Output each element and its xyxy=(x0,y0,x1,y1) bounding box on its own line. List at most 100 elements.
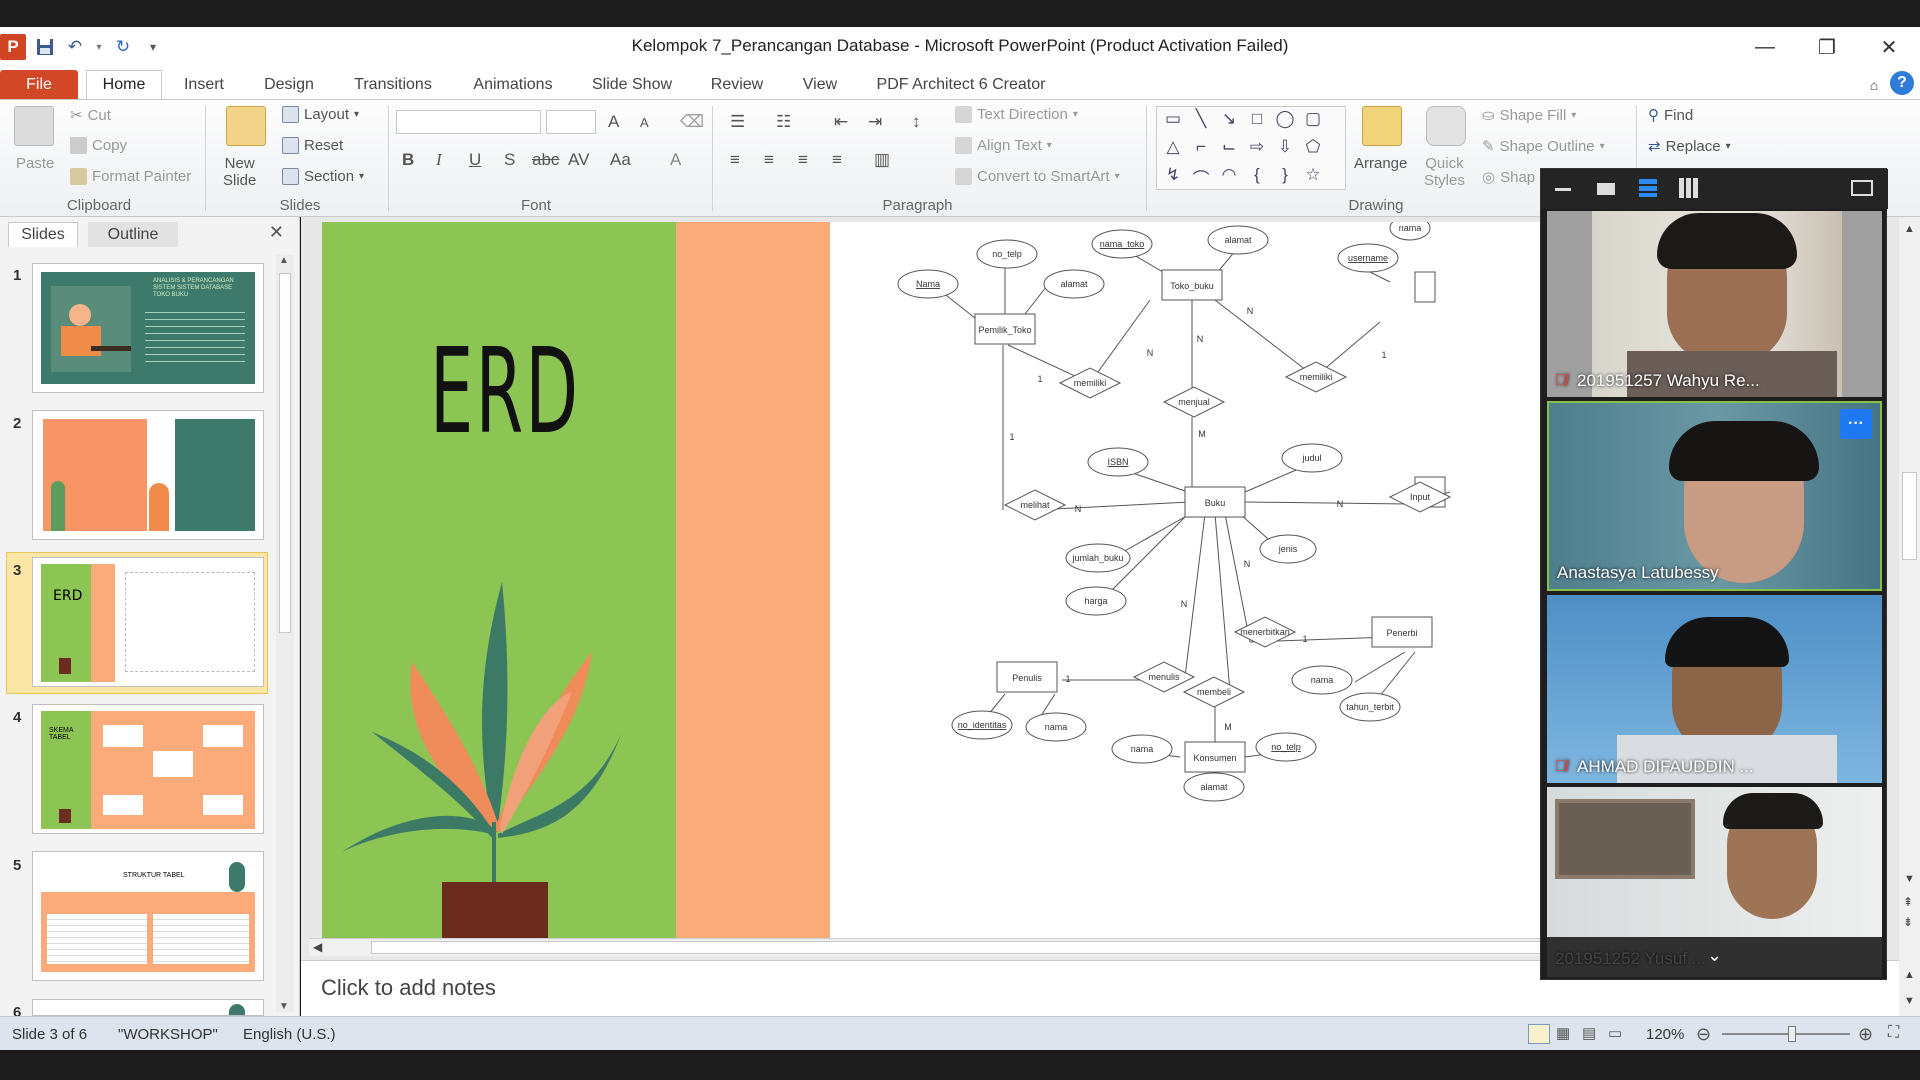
scroll-down-icon[interactable]: ▼ xyxy=(279,1001,289,1012)
slide-sorter-icon[interactable]: ▦ xyxy=(1556,1024,1576,1044)
help-icon[interactable]: ? xyxy=(1890,71,1914,95)
scrollbar-thumb[interactable] xyxy=(279,273,291,633)
more-options-button[interactable]: ··· xyxy=(1840,409,1872,439)
slides-pane-scrollbar[interactable]: ▲ ▼ xyxy=(276,255,294,1012)
left-brace-shape-icon[interactable]: { xyxy=(1243,165,1271,193)
language-indicator[interactable]: English (U.S.) xyxy=(243,1026,336,1043)
single-view-icon[interactable] xyxy=(1597,183,1615,195)
participant-tile[interactable]: 🎙̸ AHMAD DIFAUDDIN ... xyxy=(1547,595,1882,783)
zoom-slider-thumb[interactable] xyxy=(1788,1026,1797,1042)
text-direction-button[interactable]: Text Direction ▾ xyxy=(955,106,1078,123)
close-button[interactable]: ✕ xyxy=(1858,27,1920,67)
align-text-button[interactable]: Align Text ▾ xyxy=(955,137,1052,154)
font-size-select[interactable] xyxy=(546,110,596,134)
reset-button[interactable]: Reset xyxy=(282,137,343,154)
slide-thumbnail-5[interactable]: STRUKTUR TABEL xyxy=(32,851,264,981)
chevron-down-icon[interactable]: ⌄ xyxy=(1707,945,1722,966)
zoom-in-icon[interactable]: ⊕ xyxy=(1858,1024,1873,1045)
clear-format-icon[interactable]: ⌫ xyxy=(680,112,704,132)
fit-to-window-icon[interactable]: ⛶ xyxy=(1888,1024,1899,1042)
textbox-shape-icon[interactable]: ▭ xyxy=(1159,109,1187,137)
tab-animations[interactable]: Animations xyxy=(460,70,566,99)
oval-shape-icon[interactable]: ◯ xyxy=(1271,109,1299,137)
scroll-down-icon[interactable]: ▼ xyxy=(1904,873,1915,885)
quick-styles-icon[interactable] xyxy=(1426,106,1466,146)
shape-effects-button[interactable]: ◎ Shap xyxy=(1482,168,1535,187)
close-pane-icon[interactable]: ✕ xyxy=(269,222,284,243)
strikethrough-button[interactable]: abc xyxy=(532,150,559,170)
normal-view-icon[interactable] xyxy=(1528,1024,1550,1044)
slide-title[interactable]: ERD xyxy=(430,322,580,460)
slide-thumbnail-1[interactable]: ANALISIS & PERANCANGAN SISTEM SISTEM DAT… xyxy=(32,263,264,393)
restore-button[interactable]: ❐ xyxy=(1796,27,1858,67)
shape-fill-button[interactable]: ⛀ Shape Fill ▾ xyxy=(1482,106,1576,125)
quick-styles-button[interactable]: Quick Styles xyxy=(1424,155,1465,189)
arrange-icon[interactable] xyxy=(1362,106,1402,146)
tab-slide-show[interactable]: Slide Show xyxy=(582,70,682,99)
section-button[interactable]: Section ▾ xyxy=(282,168,364,185)
slide-canvas[interactable]: ERD Pemilik_Toko Toko_buku Buku Penulis … xyxy=(322,222,1722,938)
hscroll-thumb[interactable] xyxy=(371,941,1571,954)
gallery-view-icon[interactable] xyxy=(1679,178,1699,198)
elbow-connector-icon[interactable]: ⌐ xyxy=(1187,137,1215,165)
participant-tile[interactable]: 201951252 Yusuf ... ⌄ xyxy=(1547,787,1882,977)
participant-tile[interactable]: 🎙̸ 201951257 Wahyu Re... xyxy=(1547,211,1882,397)
tab-view[interactable]: View xyxy=(792,70,848,99)
pentagon-shape-icon[interactable]: ⬠ xyxy=(1299,137,1327,165)
exit-view-icon[interactable] xyxy=(1851,180,1873,196)
slideshow-view-icon[interactable]: ▭ xyxy=(1608,1024,1628,1044)
strip-view-icon[interactable] xyxy=(1639,179,1657,197)
notes-scroll-up-icon[interactable]: ▲ xyxy=(1904,969,1915,981)
star-shape-icon[interactable]: ☆ xyxy=(1299,165,1327,193)
convert-smartart-button[interactable]: Convert to SmartArt ▾ xyxy=(955,168,1120,185)
previous-slide-icon[interactable]: ⇞ xyxy=(1903,895,1913,909)
minimize-ribbon-icon[interactable]: ⌂ xyxy=(1864,70,1884,99)
change-case-button[interactable]: Aa xyxy=(610,150,631,170)
font-color-button[interactable]: A xyxy=(670,150,681,170)
tab-transitions[interactable]: Transitions xyxy=(342,70,444,99)
tab-home[interactable]: Home xyxy=(86,70,162,99)
freeform-shape-icon[interactable]: ↯ xyxy=(1159,165,1187,193)
tab-insert[interactable]: Insert xyxy=(172,70,236,99)
down-arrow-shape-icon[interactable]: ⇩ xyxy=(1271,137,1299,165)
tab-pdf-architect[interactable]: PDF Architect 6 Creator xyxy=(868,70,1054,99)
line-shape-icon[interactable]: ╲ xyxy=(1187,109,1215,137)
notes-scroll-down-icon[interactable]: ▼ xyxy=(1904,995,1915,1007)
find-button[interactable]: ⚲ Find xyxy=(1648,106,1693,125)
scroll-up-icon[interactable]: ▲ xyxy=(279,255,289,266)
increase-indent-icon[interactable]: ⇥ xyxy=(868,112,882,132)
underline-button[interactable]: U xyxy=(469,150,481,170)
decrease-indent-icon[interactable]: ⇤ xyxy=(834,112,848,132)
font-name-select[interactable] xyxy=(396,110,541,134)
copy-button[interactable]: Copy xyxy=(70,137,127,154)
zoom-slider[interactable] xyxy=(1722,1033,1850,1035)
slide-thumbnail-3[interactable]: ERD xyxy=(32,557,264,687)
right-brace-shape-icon[interactable]: } xyxy=(1271,165,1299,193)
paste-icon[interactable] xyxy=(14,106,54,146)
format-painter-button[interactable]: Format Painter xyxy=(70,168,191,185)
slide-thumbnail-6[interactable] xyxy=(32,999,264,1016)
theme-name[interactable]: "WORKSHOP" xyxy=(118,1026,218,1043)
paste-button[interactable]: Paste xyxy=(16,155,54,172)
scroll-left-icon[interactable]: ◀ xyxy=(313,940,322,954)
align-right-icon[interactable]: ≡ xyxy=(798,150,808,170)
character-spacing-button[interactable]: AV xyxy=(568,150,589,170)
text-shadow-button[interactable]: S xyxy=(504,150,515,170)
vertical-scrollbar[interactable]: ▲ ▼ ⇞ ⇟ ▲ ▼ xyxy=(1899,217,1920,1016)
participant-tile-active[interactable]: ··· Anastasya Latubessy xyxy=(1547,401,1882,591)
arc-shape-icon[interactable]: ◠ xyxy=(1215,165,1243,193)
layout-button[interactable]: Layout ▾ xyxy=(282,106,359,123)
elbow-arrow-icon[interactable]: ⌙ xyxy=(1215,137,1243,165)
tab-file[interactable]: File xyxy=(0,70,78,99)
justify-icon[interactable]: ≡ xyxy=(832,150,842,170)
slide-thumbnail-2[interactable] xyxy=(32,410,264,540)
right-arrow-shape-icon[interactable]: ⇨ xyxy=(1243,137,1271,165)
grow-font-icon[interactable]: A xyxy=(608,112,619,132)
minimize-button[interactable]: — xyxy=(1734,27,1796,67)
reading-view-icon[interactable]: ▤ xyxy=(1582,1024,1602,1044)
align-center-icon[interactable]: ≡ xyxy=(764,150,774,170)
tab-slides[interactable]: Slides xyxy=(8,222,78,247)
tab-design[interactable]: Design xyxy=(252,70,326,99)
new-slide-icon[interactable] xyxy=(226,106,266,146)
curve-shape-icon[interactable]: ⌒ xyxy=(1187,165,1215,193)
